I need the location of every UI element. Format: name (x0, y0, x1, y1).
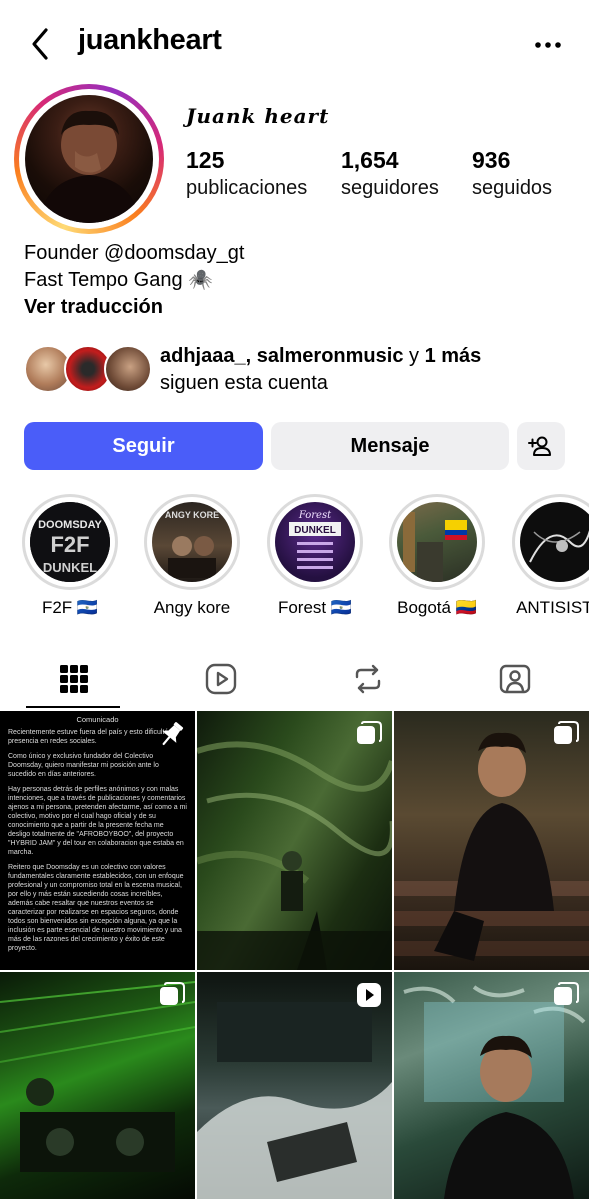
doc-paragraph: Como único y exclusivo fundador del Cole… (8, 753, 159, 778)
post-graffiti-portrait[interactable] (394, 972, 589, 1199)
post-image (394, 732, 589, 961)
highlight-cover (397, 502, 477, 582)
highlight-label: Angy kore (153, 598, 231, 617)
doc-paragraph: Reitero que Doomsday es un colectivo con… (8, 864, 184, 952)
follow-button[interactable]: Seguir (24, 422, 263, 470)
carousel-icon (554, 721, 579, 744)
bio-line: Founder @doomsday_gt (24, 242, 245, 264)
profile-username: juankheart (78, 24, 222, 56)
add-user-icon (528, 436, 551, 456)
bio: Founder @doomsday_gt Fast Tempo Gang 🕷️ … (24, 240, 244, 321)
following-label: seguidos (472, 177, 553, 199)
more-options-icon[interactable] (533, 30, 563, 60)
highlight-art-text: Forest (298, 510, 332, 521)
grid-icon (59, 665, 88, 693)
profile-header: juankheart (0, 0, 589, 90)
post-graffiti-wall[interactable] (197, 711, 392, 970)
highlight-f2f[interactable]: DOOMSDAY F2F DUNKEL F2F 🇸🇻 (22, 494, 118, 618)
message-button[interactable]: Mensaje (271, 422, 509, 470)
highlight-cover: DOOMSDAY F2F DUNKEL (30, 502, 110, 582)
translate-link[interactable]: Ver traducción (24, 294, 244, 321)
reel-play-icon (357, 983, 381, 1007)
highlight-art-text: F2F (50, 532, 89, 557)
avatar (104, 345, 152, 393)
pin-icon (162, 722, 184, 746)
highlight-bogota[interactable]: Bogotá 🇨🇴 (389, 494, 485, 618)
followers-stat[interactable]: 1,654 seguidores (341, 146, 439, 202)
highlight-cover: ANGY KORE (152, 502, 232, 582)
posts-grid: Comunicado Recientemente estuve fuera de… (0, 711, 589, 1199)
highlight-angy-kore[interactable]: ANGY KORE Angy kore (144, 494, 240, 618)
tagged-user-icon (499, 664, 530, 694)
highlight-art-text: DUNKEL (294, 525, 336, 536)
mutual-avatars (24, 345, 154, 393)
back-icon[interactable] (26, 26, 56, 62)
following-stat[interactable]: 936 seguidos (472, 146, 552, 202)
mutual-followers[interactable]: adhjaaa_, salmeronmusic y 1 más siguen e… (24, 343, 584, 399)
post-portrait-stairs[interactable] (394, 711, 589, 970)
posts-stat[interactable]: 125 publicaciones (186, 146, 307, 202)
mutual-names[interactable]: adhjaaa_, salmeronmusic (160, 345, 403, 367)
display-name: Juank heart (186, 104, 330, 128)
followers-count: 1,654 (341, 147, 399, 173)
mutual-subtitle: siguen esta cuenta (160, 372, 328, 394)
mutual-more[interactable]: 1 más (425, 345, 482, 367)
following-count: 936 (472, 147, 511, 173)
highlight-label: Forest 🇸🇻 (277, 598, 353, 617)
story-ring[interactable] (14, 84, 164, 234)
tab-grid[interactable] (0, 650, 147, 708)
suggest-users-button[interactable] (517, 422, 565, 470)
mutual-text: adhjaaa_, salmeronmusic y 1 más siguen e… (160, 343, 481, 397)
followers-label: seguidores (341, 177, 439, 199)
highlight-art-text: DUNKEL (43, 560, 97, 575)
active-tab-indicator (26, 706, 120, 708)
post-reel[interactable] (197, 972, 392, 1199)
profile-avatar (25, 95, 153, 223)
posts-label: publicaciones (186, 177, 308, 199)
bio-line: Fast Tempo Gang 🕷️ (24, 269, 214, 291)
doc-paragraph: Hay personas detrás de perfiles anónimos… (8, 786, 187, 856)
highlight-label: Bogotá 🇨🇴 (397, 598, 477, 617)
tab-tagged[interactable] (441, 650, 588, 708)
reels-icon (205, 663, 236, 695)
highlight-cover: Forest DUNKEL (275, 502, 355, 582)
post-pinned-statement[interactable]: Comunicado Recientemente estuve fuera de… (0, 711, 195, 970)
post-image (197, 741, 392, 970)
mutual-connector: y (403, 345, 425, 367)
highlight-cover (520, 502, 589, 582)
post-dj-booth[interactable] (0, 972, 195, 1199)
tab-reels[interactable] (147, 650, 294, 708)
highlight-forest[interactable]: Forest DUNKEL Forest 🇸🇻 (267, 494, 363, 618)
carousel-icon (357, 721, 382, 744)
highlight-antisiste[interactable]: ANTISISTE (512, 494, 589, 618)
profile-tabs (0, 650, 589, 708)
highlight-art-text: ANGY KORE (165, 510, 219, 520)
tab-reposts[interactable] (294, 650, 441, 708)
posts-count: 125 (186, 147, 225, 173)
highlight-art-text: DOOMSDAY (38, 519, 102, 531)
highlight-label: F2F 🇸🇻 (41, 598, 99, 617)
story-highlights: DOOMSDAY F2F DUNKEL F2F 🇸🇻 ANGY KORE Ang… (0, 494, 589, 630)
carousel-icon (554, 982, 579, 1005)
highlight-label: ANTISISTE (516, 598, 589, 617)
carousel-icon (160, 982, 185, 1005)
repost-icon (355, 664, 380, 694)
